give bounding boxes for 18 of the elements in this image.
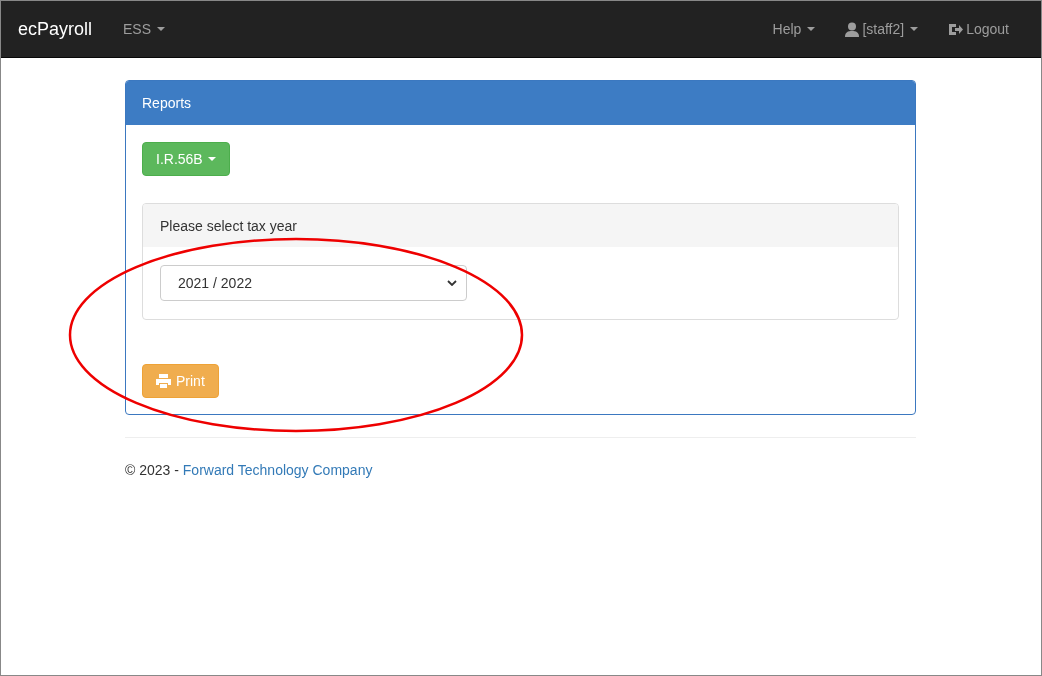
caret-icon (807, 27, 816, 31)
tax-year-select[interactable]: 2021 / 2022 (160, 265, 467, 301)
brand-logo[interactable]: ecPayroll (18, 18, 93, 40)
logout-link[interactable]: Logout (933, 21, 1024, 37)
card-heading: Please select tax year (160, 217, 297, 234)
caret-icon (910, 27, 919, 31)
logout-icon (948, 22, 964, 36)
user-menu[interactable]: [staff2] (830, 21, 934, 37)
caret-icon (157, 27, 166, 31)
chevron-down-icon (447, 280, 457, 286)
printer-icon (156, 374, 171, 388)
user-icon (845, 21, 860, 37)
footer-text: © 2023 - Forward Technology Company (125, 462, 374, 478)
nav-menu[interactable]: Help (757, 21, 831, 37)
caret-icon (207, 157, 216, 161)
company-link[interactable]: Forward Technology Company (182, 462, 373, 478)
panel-title: Reports (142, 95, 192, 111)
nav-menu[interactable]: ESS (108, 21, 181, 37)
